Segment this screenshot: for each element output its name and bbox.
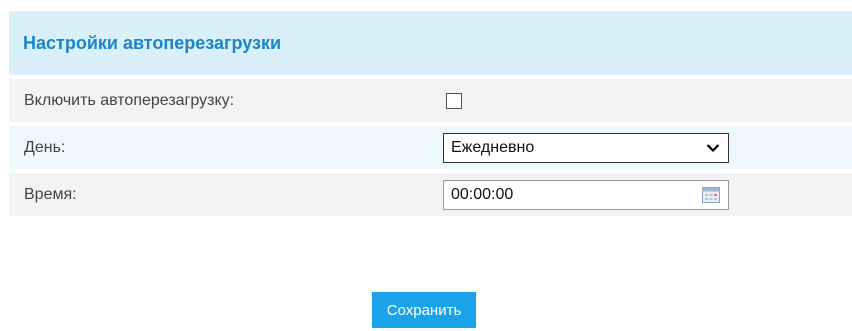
day-select[interactable]: Ежедневно [443,132,729,163]
panel-title: Настройки автоперезагрузки [23,32,282,53]
enable-reboot-checkbox[interactable] [446,92,462,109]
calendar-icon[interactable] [702,186,720,203]
time-input-value: 00:00:00 [451,185,514,203]
chevron-down-icon [706,143,720,153]
day-select-value: Ежедневно [451,138,535,156]
day-label: День: [24,138,66,156]
time-label: Время: [24,185,77,203]
enable-reboot-row: Включить автоперезагрузку: [9,75,852,122]
day-row: День: Ежедневно [9,122,852,169]
panel-header: Настройки автоперезагрузки [9,11,852,75]
time-input[interactable]: 00:00:00 [443,179,729,210]
day-control: Ежедневно [443,132,852,163]
auto-reboot-panel: Настройки автоперезагрузки Включить авто… [9,11,852,216]
time-row: Время: 00:00:00 [9,169,852,216]
enable-reboot-control [443,92,852,109]
save-button[interactable]: Сохранить [372,292,476,328]
enable-reboot-label: Включить автоперезагрузку: [24,91,235,109]
time-control: 00:00:00 [443,179,852,210]
